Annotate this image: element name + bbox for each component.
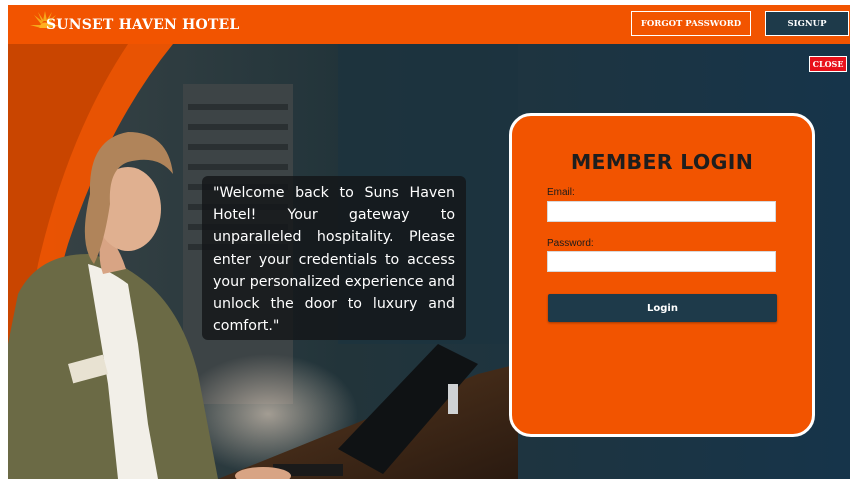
brand-name: SUNSET HAVEN HOTEL (46, 17, 240, 33)
login-title: MEMBER LOGIN (570, 150, 754, 174)
welcome-message: "Welcome back to Suns Haven Hotel! Your … (202, 176, 466, 340)
close-button[interactable]: CLOSE (809, 56, 847, 72)
member-login-card: MEMBER LOGIN Email: Password: Login (509, 113, 815, 437)
signup-button[interactable]: SIGNUP (765, 11, 849, 36)
forgot-password-button[interactable]: FORGOT PASSWORD (631, 11, 751, 36)
password-label: Password: (547, 238, 594, 249)
top-navigation-bar: SUNSET HAVEN HOTEL FORGOT PASSWORD SIGNU… (8, 5, 850, 44)
password-field[interactable] (547, 251, 776, 272)
email-label: Email: (547, 187, 575, 198)
email-field[interactable] (547, 201, 776, 222)
login-button[interactable]: Login (548, 294, 777, 322)
